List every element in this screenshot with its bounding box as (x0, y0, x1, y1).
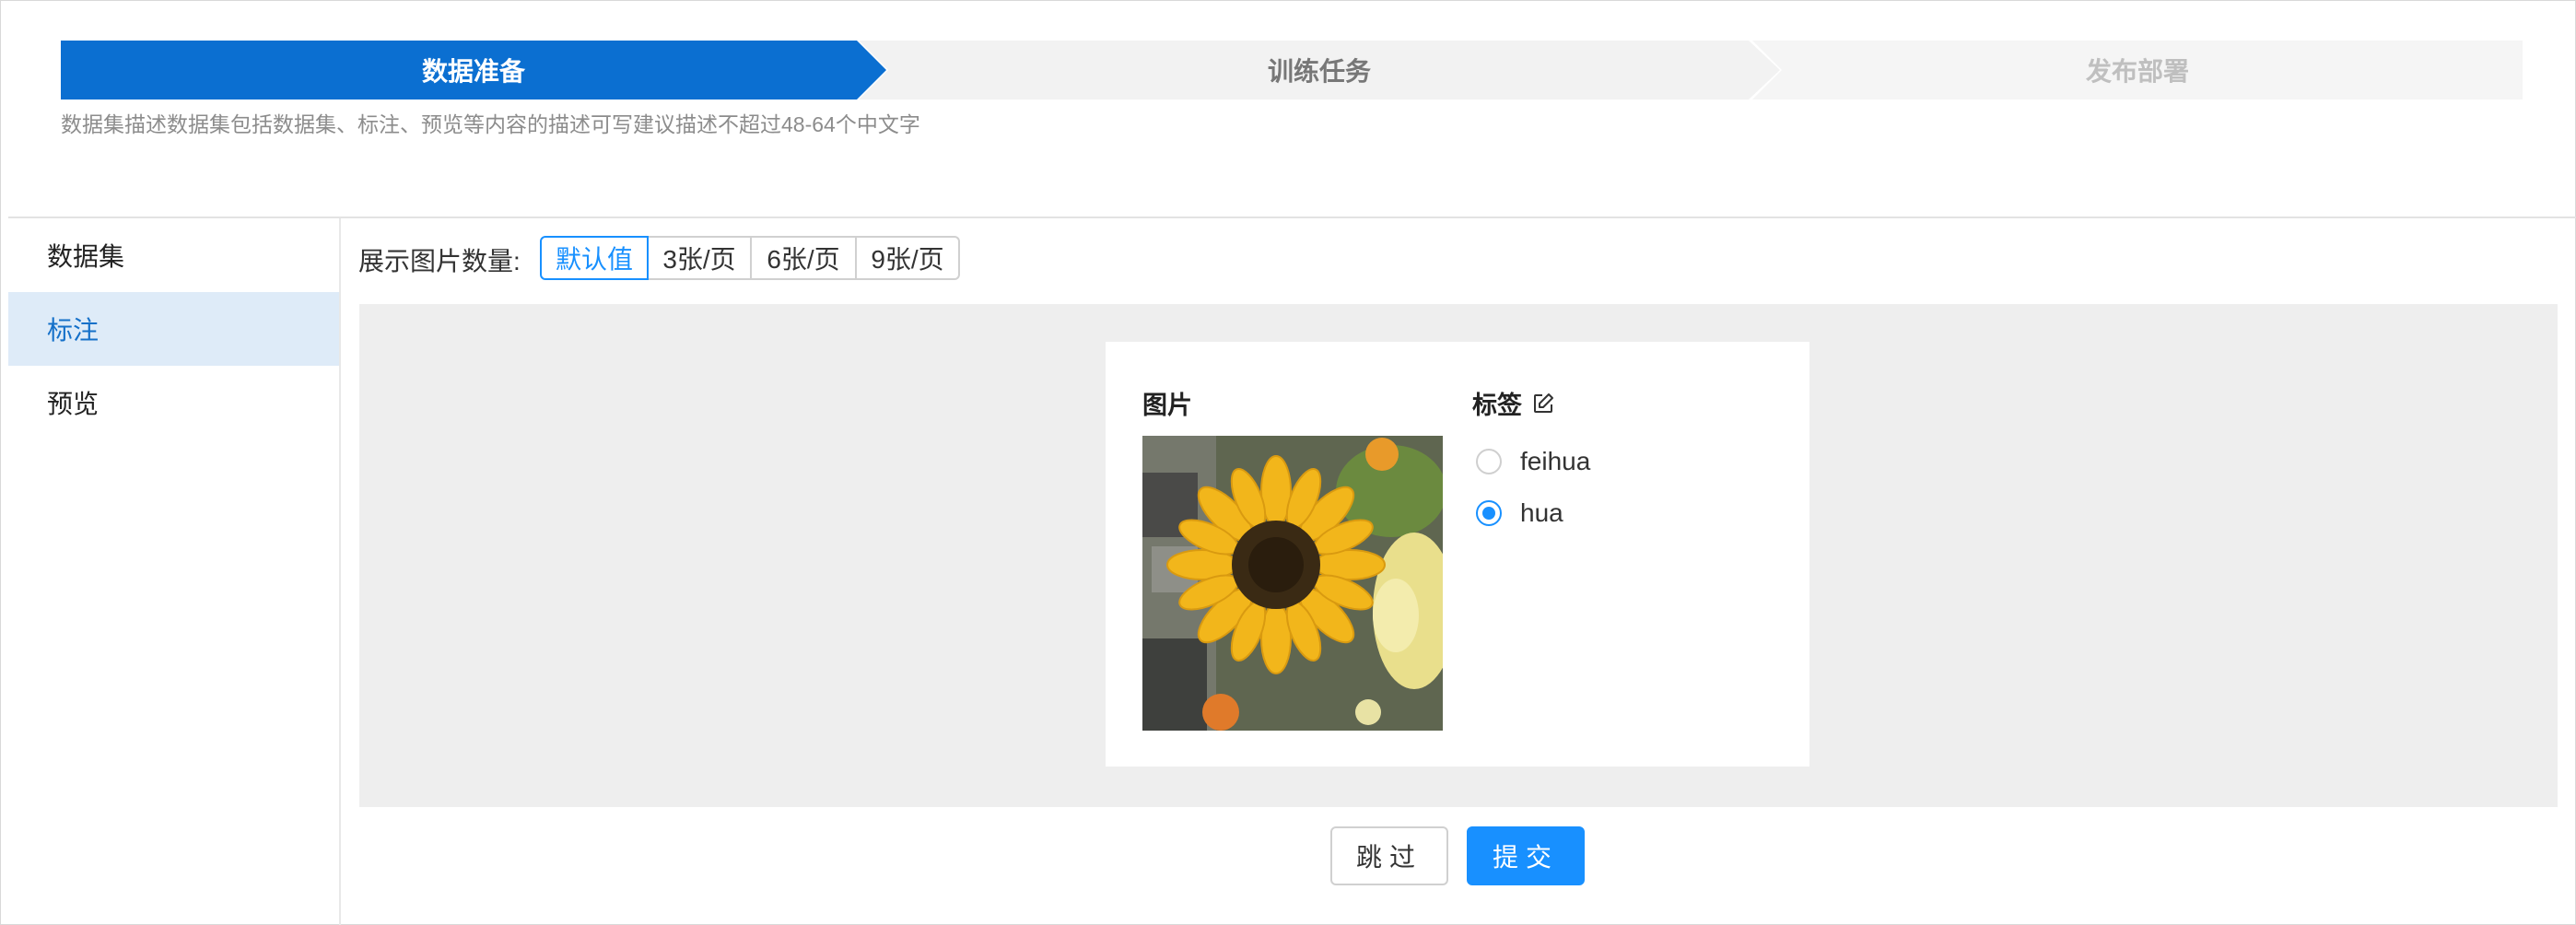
label-header-text: 标签 (1472, 392, 1522, 419)
step-publish-deploy[interactable]: 发布部署 (1752, 41, 2523, 100)
sidebar-item-annotation[interactable]: 标注 (8, 292, 339, 366)
label-column-header: 标签 (1472, 385, 1555, 421)
label-option-feihua[interactable]: feihua (1476, 447, 1590, 476)
step-label: 数据准备 (421, 57, 525, 86)
count-option-default[interactable]: 默认值 (540, 236, 649, 280)
step-data-preparation[interactable]: 数据准备 (61, 41, 886, 100)
image-column-header: 图片 (1142, 392, 1192, 419)
step-training-task[interactable]: 训练任务 (859, 41, 1780, 100)
radio-dot (1482, 507, 1495, 520)
submit-button[interactable]: 提交 (1467, 826, 1585, 885)
count-option-6[interactable]: 6张/页 (750, 236, 857, 280)
skip-button[interactable]: 跳过 (1330, 826, 1448, 885)
count-option-3[interactable]: 3张/页 (647, 236, 752, 280)
sidebar-item-label: 数据集 (47, 242, 125, 271)
radio-checked[interactable] (1476, 500, 1502, 526)
sidebar-item-preview[interactable]: 预览 (8, 366, 339, 439)
divider (8, 217, 2576, 218)
steps-bar: 数据准备 训练任务 发布部署 (61, 41, 2523, 100)
sunflower-image[interactable] (1142, 436, 1443, 731)
edit-icon[interactable] (1531, 392, 1555, 416)
radio-unchecked[interactable] (1476, 449, 1502, 474)
annotation-card: 图片 标签 feihua hua (1106, 342, 1809, 767)
image-count-selector: 默认值 3张/页 6张/页 9张/页 (540, 236, 960, 280)
image-count-label: 展示图片数量: (358, 247, 521, 275)
label-option-text: hua (1520, 498, 1563, 527)
sidebar: 数据集 标注 预览 (8, 218, 341, 925)
step-description: 数据集描述数据集包括数据集、标注、预览等内容的描述可写建议描述不超过48-64个… (61, 112, 920, 136)
label-option-hua[interactable]: hua (1476, 498, 1563, 528)
step-label: 训练任务 (1267, 57, 1371, 86)
sidebar-item-label: 预览 (47, 390, 100, 418)
count-option-9[interactable]: 9张/页 (855, 236, 960, 280)
step-label: 发布部署 (2085, 57, 2189, 86)
label-option-text: feihua (1520, 447, 1591, 475)
sidebar-item-dataset[interactable]: 数据集 (8, 218, 339, 292)
sidebar-item-label: 标注 (47, 316, 100, 345)
